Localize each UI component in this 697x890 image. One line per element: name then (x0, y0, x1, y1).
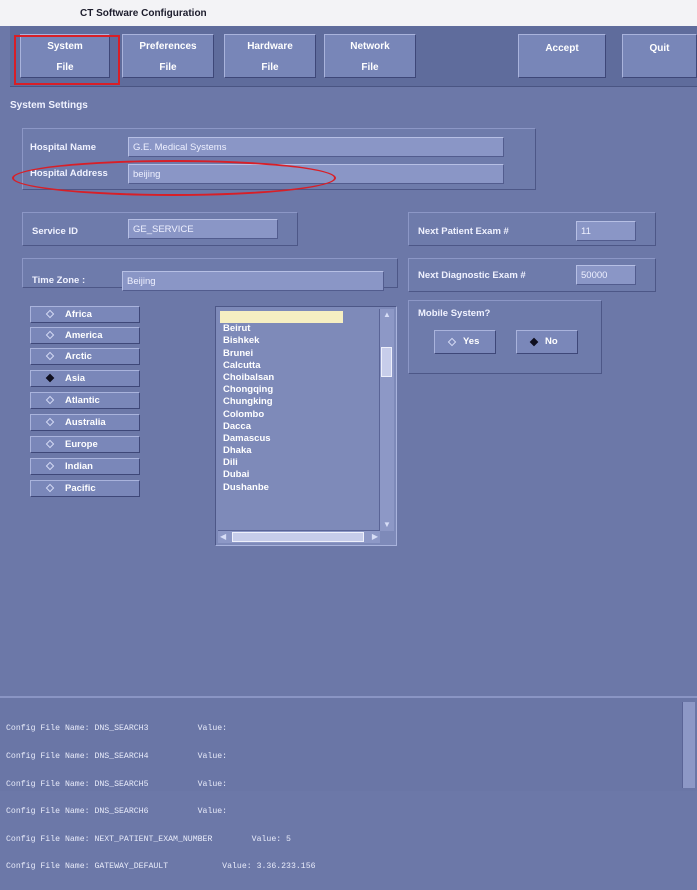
region-label: Asia (65, 373, 86, 384)
mobile-yes-label: Yes (463, 336, 480, 347)
region-label: Africa (65, 309, 92, 320)
console-line: Config File Name: DNS_SEARCH5 Value: (6, 779, 228, 789)
radio-off-icon (45, 330, 55, 340)
region-label: Atlantic (65, 395, 100, 406)
radio-on-icon (45, 373, 55, 383)
console-scrollbar[interactable] (682, 702, 695, 788)
radio-off-icon (45, 439, 55, 449)
title-bar: CT Software Configuration (0, 0, 697, 26)
city-vertical-scrollbar[interactable]: ▲ ▼ (379, 309, 394, 531)
city-item[interactable]: Dubai (220, 469, 380, 481)
city-item[interactable]: Chungking (220, 396, 380, 408)
city-item[interactable]: Colombo (220, 409, 380, 421)
next-diagnostic-label: Next Diagnostic Exam # (418, 270, 526, 281)
hospital-address-highlight (12, 160, 336, 196)
mobile-yes-button[interactable]: Yes (434, 330, 496, 354)
region-indian-radio[interactable]: Indian (30, 458, 140, 475)
radio-off-icon (45, 417, 55, 427)
region-label: Europe (65, 439, 98, 450)
button-label: Network (350, 41, 390, 52)
quit-button[interactable]: Quit (622, 34, 697, 78)
region-america-radio[interactable]: America (30, 327, 140, 344)
button-sublabel: File (361, 62, 379, 73)
section-title: System Settings (10, 100, 88, 111)
city-item[interactable]: Dili (220, 457, 380, 469)
city-item[interactable]: Bishkek (220, 335, 380, 347)
next-diagnostic-field[interactable]: 50000 (576, 265, 636, 285)
city-list: Beijing Beirut Bishkek Brunei Calcutta C… (220, 311, 380, 494)
region-australia-radio[interactable]: Australia (30, 414, 140, 431)
city-item[interactable]: Dushanbe (220, 482, 380, 494)
mobile-no-button[interactable]: No (516, 330, 578, 354)
next-patient-field[interactable]: 11 (576, 221, 636, 241)
scroll-thumb[interactable] (381, 347, 392, 377)
time-zone-label: Time Zone : (32, 275, 86, 286)
city-item[interactable]: Damascus (220, 433, 380, 445)
accept-button[interactable]: Accept (518, 34, 606, 78)
console-line: Config File Name: DNS_SEARCH4 Value: (6, 752, 228, 762)
region-atlantic-radio[interactable]: Atlantic (30, 392, 140, 409)
region-africa-radio[interactable]: Africa (30, 306, 140, 323)
mobile-system-label: Mobile System? (418, 308, 491, 319)
radio-off-icon (45, 395, 55, 405)
region-label: Indian (65, 461, 93, 472)
button-label: Accept (545, 43, 579, 54)
radio-off-icon (45, 309, 55, 319)
radio-off-icon (45, 483, 55, 493)
scroll-down-icon[interactable]: ▼ (383, 521, 391, 529)
hospital-name-field[interactable]: G.E. Medical Systems (128, 137, 504, 157)
hardware-file-button[interactable]: Hardware File (224, 34, 316, 78)
next-patient-label: Next Patient Exam # (418, 226, 509, 237)
service-id-field[interactable]: GE_SERVICE (128, 219, 278, 239)
city-listbox[interactable]: Beijing Beirut Bishkek Brunei Calcutta C… (215, 306, 397, 546)
time-zone-field[interactable]: Beijing (122, 271, 384, 291)
city-item[interactable]: Brunei (220, 348, 380, 360)
radio-off-icon (447, 337, 457, 347)
scroll-up-icon[interactable]: ▲ (383, 311, 391, 319)
city-horizontal-scrollbar[interactable]: ◀ ▶ (218, 530, 380, 543)
network-file-button[interactable]: Network File (324, 34, 416, 78)
city-item[interactable]: Beirut (220, 323, 380, 335)
console-line: Config File Name: NEXT_PATIENT_EXAM_NUMB… (6, 834, 291, 844)
region-asia-radio[interactable]: Asia (30, 370, 140, 387)
config-console: Config File Name: DNS_SEARCH3 Value: Con… (0, 696, 697, 871)
console-output: Config File Name: DNS_SEARCH3 Value: Con… (6, 706, 316, 890)
region-label: Australia (65, 417, 106, 428)
region-label: Arctic (65, 351, 92, 362)
button-sublabel: File (261, 62, 279, 73)
region-pacific-radio[interactable]: Pacific (30, 480, 140, 497)
preferences-file-button[interactable]: Preferences File (122, 34, 214, 78)
scroll-thumb[interactable] (232, 532, 364, 542)
button-sublabel: File (159, 62, 177, 73)
mobile-no-label: No (545, 336, 558, 347)
window-title: CT Software Configuration (80, 8, 207, 19)
radio-off-icon (45, 351, 55, 361)
console-line: Config File Name: DNS_SEARCH3 Value: (6, 724, 228, 734)
system-button-highlight (14, 35, 120, 85)
console-line: Config File Name: GATEWAY_DEFAULT Value:… (6, 862, 316, 872)
service-id-label: Service ID (32, 226, 78, 237)
city-item[interactable]: Calcutta (220, 360, 380, 372)
button-label: Quit (649, 43, 670, 54)
city-item[interactable]: Choibalsan (220, 372, 380, 384)
city-item[interactable]: Chongqing (220, 384, 380, 396)
city-item-selected[interactable]: Beijing (220, 311, 343, 324)
scroll-right-icon[interactable]: ▶ (372, 533, 378, 541)
region-label: America (65, 330, 103, 341)
radio-off-icon (45, 461, 55, 471)
button-label: Preferences (139, 41, 197, 52)
radio-on-icon (529, 337, 539, 347)
console-line: Config File Name: DNS_SEARCH6 Value: (6, 807, 228, 817)
city-item[interactable]: Dhaka (220, 445, 380, 457)
region-label: Pacific (65, 483, 96, 494)
region-europe-radio[interactable]: Europe (30, 436, 140, 453)
hospital-name-label: Hospital Name (30, 142, 96, 153)
scroll-left-icon[interactable]: ◀ (220, 533, 226, 541)
button-label: Hardware (247, 41, 293, 52)
city-item[interactable]: Dacca (220, 421, 380, 433)
region-arctic-radio[interactable]: Arctic (30, 348, 140, 365)
